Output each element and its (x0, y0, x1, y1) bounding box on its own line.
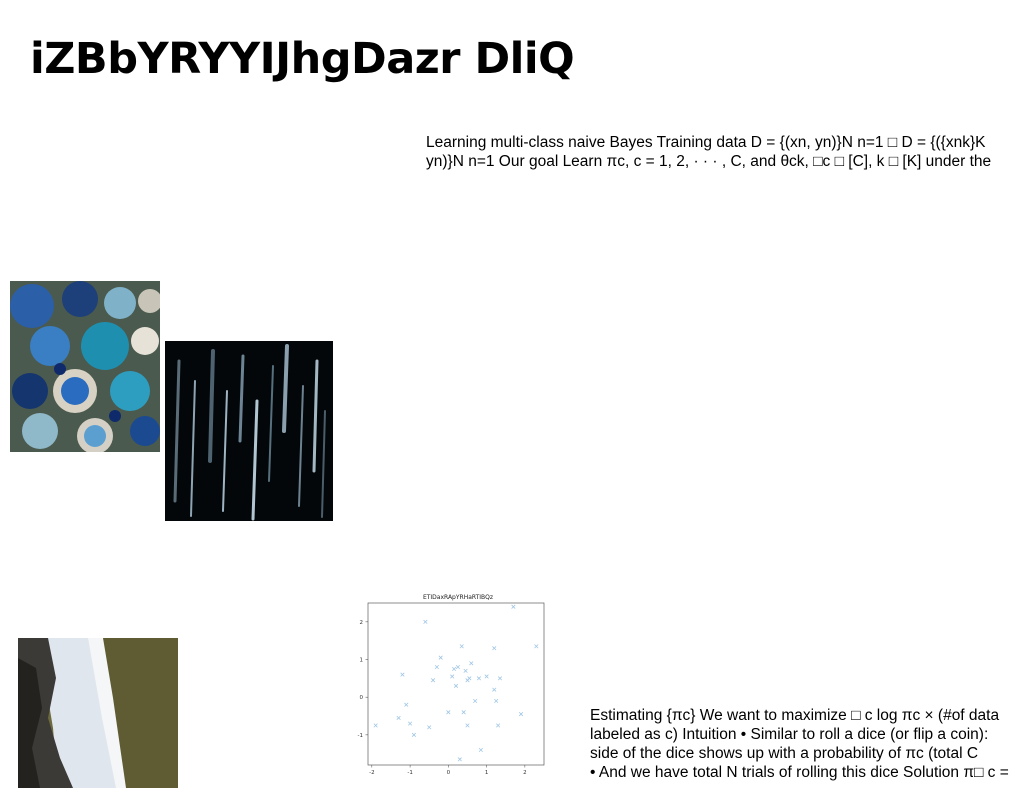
paragraph-estimating-pi: Estimating {πc} We want to maximize □ c … (590, 706, 1024, 784)
data-point (518, 712, 524, 717)
scatter-chart: ETIDaxRApYRHaRTIBQz -2 -1 0 1 2 -1 0 1 2 (358, 594, 545, 776)
data-point (396, 715, 401, 720)
paragraph-line: yn)}N n=1 Our goal Learn πc, c = 1, 2, ·… (426, 153, 992, 170)
paragraph-line: Estimating {πc} We want to maximize □ c … (590, 707, 1000, 724)
dark-streaks-photo (165, 341, 333, 521)
x-tick-label: -2 (369, 770, 374, 776)
data-point (459, 644, 464, 649)
data-point (452, 666, 457, 672)
x-tick-label: -1 (407, 770, 412, 776)
data-point (484, 674, 489, 679)
data-point (494, 698, 499, 704)
data-point (473, 698, 478, 704)
data-point (476, 676, 482, 681)
data-point (465, 678, 470, 683)
data-point (457, 757, 462, 762)
x-tick-label: 0 (447, 770, 451, 776)
y-tick-label: -1 (358, 733, 363, 739)
data-point (463, 668, 468, 673)
data-point (430, 678, 436, 683)
paragraph-line: • And we have total N trials of rolling … (590, 764, 1009, 781)
data-point (408, 721, 413, 726)
page-title: iZBbYRYYIJhgDazr DliQ (30, 34, 575, 84)
y-tick-label: 2 (360, 620, 364, 626)
plot-area (367, 602, 545, 766)
data-point (492, 646, 497, 651)
paragraph-naive-bayes: Learning multi-class naive Bayes Trainin… (426, 133, 1016, 173)
data-point (411, 732, 416, 737)
data-point (434, 664, 439, 670)
data-point (373, 723, 378, 728)
data-point (497, 676, 503, 681)
paragraph-line: Learning multi-class naive Bayes Trainin… (426, 134, 986, 151)
blue-bowls-photo (10, 281, 160, 452)
x-tick-label: 1 (485, 770, 489, 776)
data-point (511, 604, 516, 609)
paragraph-line: side of the dice shows up with a probabi… (590, 745, 979, 762)
data-point (496, 723, 501, 728)
data-point (455, 664, 460, 670)
data-point (465, 723, 470, 728)
data-point (438, 655, 443, 660)
y-tick-label: 0 (360, 695, 364, 701)
y-tick-label: 1 (360, 658, 364, 664)
data-point (492, 687, 497, 692)
data-point (450, 674, 455, 679)
data-point (446, 710, 451, 715)
data-point (404, 702, 409, 707)
data-point (427, 725, 432, 730)
data-point (453, 683, 459, 688)
data-point (461, 710, 466, 715)
coastal-cliff-photo (18, 638, 178, 788)
data-point (423, 619, 428, 624)
data-point (478, 747, 483, 753)
data-point (469, 661, 474, 666)
data-point (534, 644, 539, 649)
x-tick-label: 2 (523, 770, 527, 776)
chart-title: ETIDaxRApYRHaRTIBQz (423, 594, 493, 601)
paragraph-line: labeled as c) Intuition • Similar to rol… (590, 726, 989, 743)
data-point (400, 672, 405, 677)
